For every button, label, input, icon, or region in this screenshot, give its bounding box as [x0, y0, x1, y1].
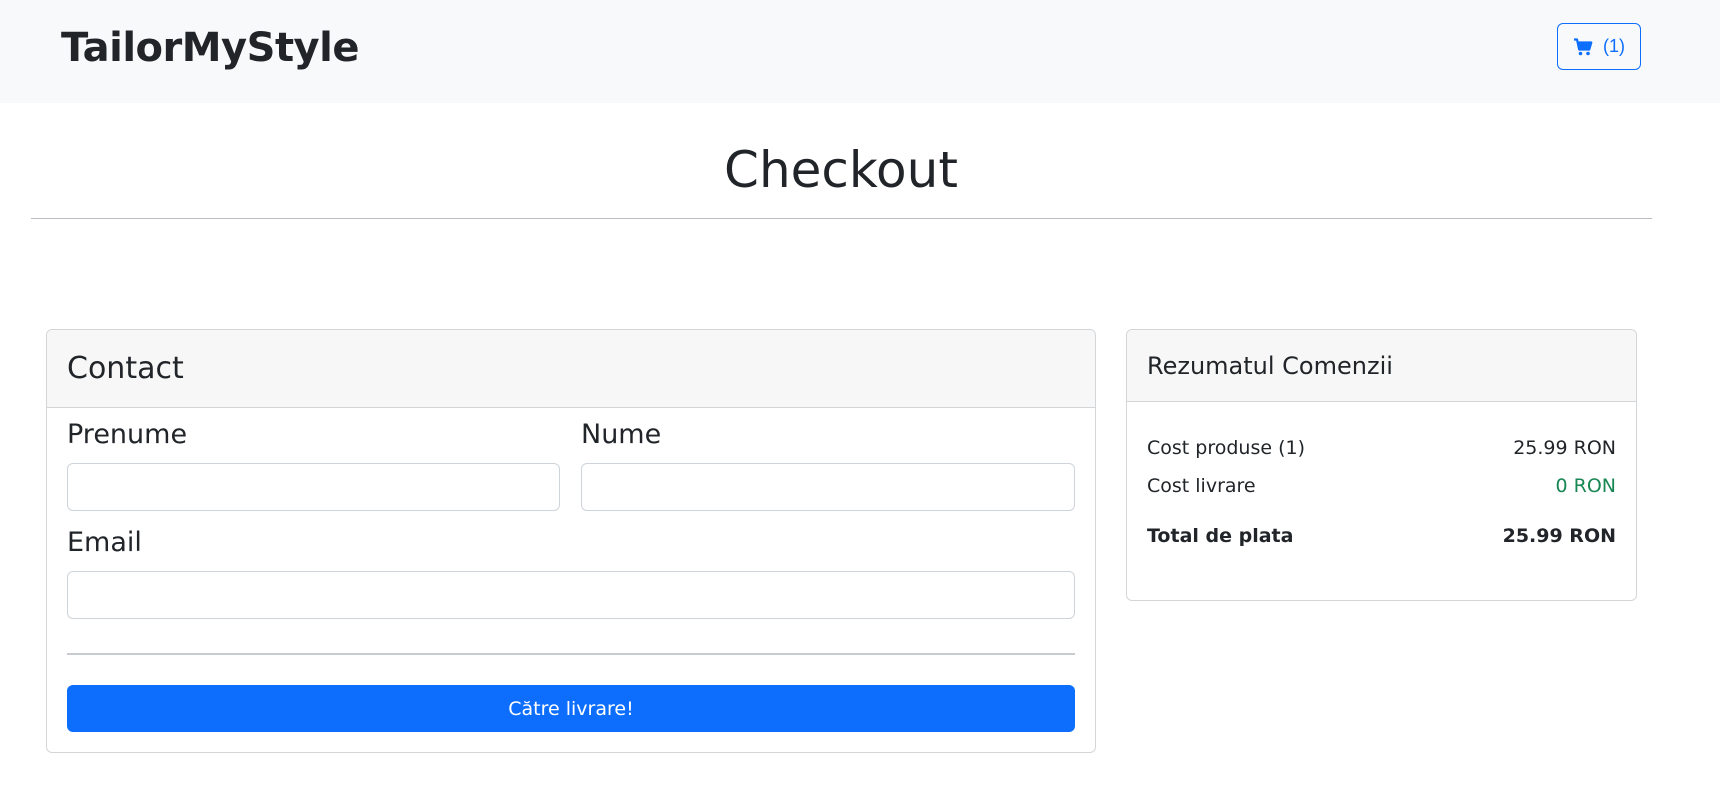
email-label: Email	[67, 527, 142, 558]
order-summary-header: Rezumatul Comenzii	[1127, 330, 1636, 402]
summary-row-shipping: Cost livrare 0 RON	[1147, 473, 1616, 499]
shopping-cart-icon	[1574, 37, 1593, 55]
contact-card: Contact Prenume Nume Email Către livrare…	[46, 329, 1096, 753]
summary-row-value: 0 RON	[1555, 475, 1617, 497]
contact-card-header: Contact	[47, 330, 1095, 408]
to-shipping-button[interactable]: Către livrare!	[67, 685, 1075, 732]
cart-button[interactable]: (1)	[1557, 23, 1641, 70]
page-title: Checkout	[724, 141, 958, 199]
title-divider	[31, 218, 1652, 219]
last-name-label: Nume	[581, 419, 662, 450]
summary-row-products: Cost produse (1) 25.99 RON	[1147, 435, 1616, 461]
total-label: Total de plata	[1147, 525, 1294, 547]
summary-row-label: Cost produse (1)	[1147, 437, 1306, 459]
form-divider	[67, 653, 1075, 655]
total-value: 25.99 RON	[1502, 525, 1616, 547]
summary-row-value: 25.99 RON	[1513, 437, 1616, 459]
first-name-label: Prenume	[67, 419, 188, 450]
summary-row-total: Total de plata 25.99 RON	[1147, 523, 1616, 549]
last-name-input[interactable]	[581, 463, 1075, 511]
navbar: TailorMyStyle (1)	[0, 0, 1720, 103]
first-name-input[interactable]	[67, 463, 560, 511]
summary-row-label: Cost livrare	[1147, 475, 1256, 497]
contact-title: Contact	[67, 351, 184, 386]
order-summary-card: Rezumatul Comenzii Cost produse (1) 25.9…	[1126, 329, 1637, 601]
brand-logo[interactable]: TailorMyStyle	[61, 24, 359, 72]
email-input[interactable]	[67, 571, 1075, 619]
cart-count: (1)	[1603, 36, 1625, 56]
order-summary-title: Rezumatul Comenzii	[1147, 352, 1393, 380]
